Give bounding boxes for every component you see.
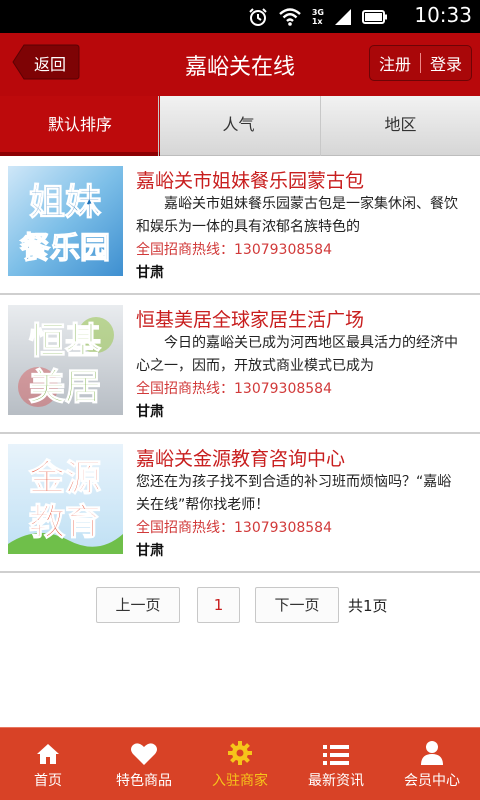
status-icons: 3G 1x [248,6,388,28]
list-item[interactable]: 金源 教育 嘉峪关金源教育咨询中心 您还在为孩子找不到合适的补习班而烦恼吗？“嘉… [0,434,480,573]
network-type-bottom: 1x [311,17,323,26]
tab-default-sort[interactable]: 默认排序 [0,96,160,156]
page-number-button[interactable]: 1 [197,587,240,623]
nav-home[interactable]: 首页 [0,728,96,800]
nav-home-label: 首页 [34,773,62,789]
merchant-thumbnail[interactable]: 姐妹 餐乐园 [8,166,123,276]
merchant-thumbnail[interactable]: 金源 教育 [8,444,123,554]
merchant-thumbnail[interactable]: 恒基 美居 [8,305,123,415]
signal-icon [335,9,351,25]
nav-news-label: 最新资讯 [308,773,364,789]
total-pages: 共1页 [348,597,388,615]
merchant-hotline: 全国招商热线：13079308584 [136,381,332,397]
merchant-hotline: 全国招商热线：13079308584 [136,242,332,258]
next-page-button[interactable]: 下一页 [255,587,339,623]
bottom-nav: 首页 特色商品 入驻商家 最新资讯 会员中心 [0,727,480,800]
home-icon [37,744,59,764]
nav-member-center[interactable]: 会员中心 [384,728,480,800]
nav-merchants-label: 入驻商家 [212,773,268,789]
thumbnail-text-line1: 姐妹 [29,182,101,223]
list-item[interactable]: 姐妹 餐乐园 嘉峪关市姐妹餐乐园蒙古包 嘉峪关市姐妹餐乐园蒙古包是一家集休闲、餐… [0,156,480,295]
tab-popularity[interactable]: 人气 [158,96,318,156]
register-button[interactable]: 注册 [370,51,420,75]
merchant-region: 甘肃 [136,543,164,559]
nav-member-center-label: 会员中心 [404,773,460,789]
merchant-hotline: 全国招商热线：13079308584 [136,520,332,536]
gear-icon [228,741,252,765]
status-bar: 3G 1x 10:33 [0,0,480,33]
network-type-top: 3G [311,8,324,17]
merchant-title[interactable]: 嘉峪关金源教育咨询中心 [136,444,345,471]
thumbnail-image: 姐妹 餐乐园 [8,166,123,276]
tab-region[interactable]: 地区 [320,96,480,156]
nav-featured-products-label: 特色商品 [116,773,172,789]
user-icon [421,741,443,765]
wifi-icon [279,8,301,26]
alarm-icon [249,8,267,26]
login-button[interactable]: 登录 [421,51,471,75]
heart-icon [131,743,157,765]
thumbnail-image: 恒基 美居 [8,305,123,415]
clock: 10:33 [414,3,472,27]
list-icon [323,745,349,765]
pagination: 上一页 1 下一页 共1页 [0,587,480,625]
thumbnail-text-line2: 教育 [29,502,101,543]
merchant-description: 今日的嘉峪关已成为河西地区最具活力的经济中心之一，因而，开放式商业模式已成为 [136,335,458,374]
nav-news[interactable]: 最新资讯 [288,728,384,800]
merchant-region: 甘肃 [136,265,164,281]
merchant-title[interactable]: 恒基美居全球家居生活广场 [136,305,364,332]
app-header: 返回 嘉峪关在线 注册 登录 [0,33,480,96]
nav-merchants[interactable]: 入驻商家 [192,728,288,800]
sort-tabs: 默认排序 人气 地区 [0,96,480,156]
merchant-list: 姐妹 餐乐园 嘉峪关市姐妹餐乐园蒙古包 嘉峪关市姐妹餐乐园蒙古包是一家集休闲、餐… [0,156,480,573]
merchant-title[interactable]: 嘉峪关市姐妹餐乐园蒙古包 [136,166,364,193]
thumbnail-text-line1: 金源 [28,457,101,499]
thumbnail-text-line2: 餐乐园 [20,231,110,266]
thumbnail-text-line1: 恒基 [29,321,101,362]
merchant-region: 甘肃 [136,404,164,420]
nav-featured-products[interactable]: 特色商品 [96,728,192,800]
thumbnail-text-line2: 美居 [29,367,101,408]
list-item[interactable]: 恒基 美居 恒基美居全球家居生活广场 今日的嘉峪关已成为河西地区最具活力的经济中… [0,295,480,434]
battery-icon [362,10,387,24]
prev-page-button[interactable]: 上一页 [96,587,180,623]
merchant-description: 嘉峪关市姐妹餐乐园蒙古包是一家集休闲、餐饮和娱乐为一体的具有浓郁名族特色的 [136,196,458,235]
merchant-description: 您还在为孩子找不到合适的补习班而烦恼吗？“嘉峪关在线”帮你找老师！ [136,474,452,513]
auth-group: 注册 登录 [369,45,472,81]
network-type: 3G 1x [312,8,324,26]
thumbnail-image: 金源 教育 [8,444,123,554]
